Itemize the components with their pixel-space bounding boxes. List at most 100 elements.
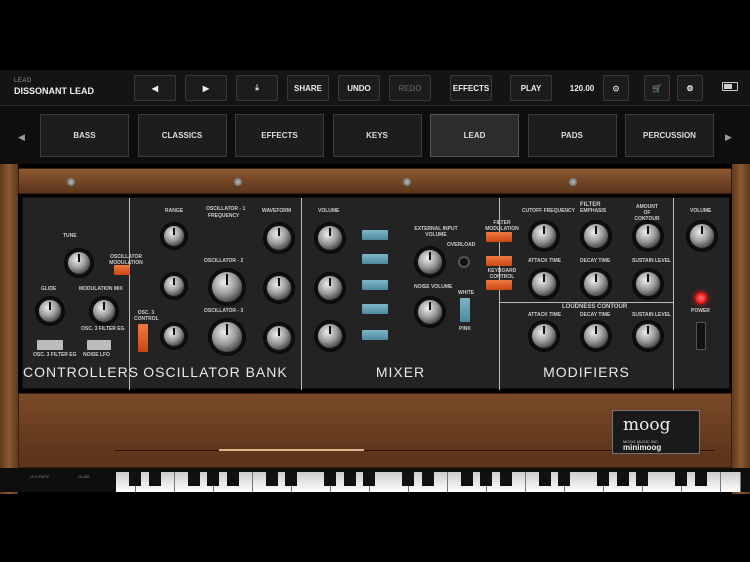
next-preset-button[interactable]: ▶ [185,75,227,101]
black-key[interactable] [499,472,512,486]
black-key[interactable] [480,472,492,486]
save-icon: ⤓ [255,83,259,92]
emphasis-knob[interactable] [582,222,610,250]
osc1-range-knob[interactable] [162,224,186,248]
emphasis-label: EMPHASIS [580,208,607,214]
black-key[interactable] [324,472,336,486]
preset-display[interactable]: LEAD DISSONANT LEAD [14,78,94,96]
category-tab-effects[interactable]: EFFECTS [235,114,324,157]
tempo-display[interactable]: 120.00 [562,75,602,101]
store-button[interactable]: 🛒 [644,75,670,101]
keyboard-control-2-switch[interactable] [486,280,512,290]
osc3-control-switch[interactable] [138,324,148,352]
black-key[interactable] [285,472,297,486]
play-button[interactable]: PLAY [510,75,552,101]
loudness-decay-knob[interactable] [582,322,610,350]
category-tab-percussion[interactable]: PERCUSSION [625,114,714,157]
cutoff-knob[interactable] [530,222,558,250]
category-tab-classics[interactable]: CLASSICS [137,114,227,157]
effects-button[interactable]: EFFECTS [450,75,492,101]
controllers-section: TUNE OSCILLATOR MODULATION GLIDE MODULAT… [23,198,143,390]
black-key[interactable] [343,472,356,486]
black-key[interactable] [265,472,278,486]
redo-button[interactable]: REDO [389,75,431,101]
black-key[interactable] [402,472,414,486]
black-key[interactable] [363,472,375,486]
glide-knob[interactable] [37,298,63,324]
noise-color-switch[interactable] [460,298,470,322]
wood-top-panel [18,168,732,194]
black-key[interactable] [636,472,648,486]
cart-icon: 🛒 [652,83,662,93]
keyboard-control-1-switch[interactable] [486,256,512,266]
loudness-sustain-knob[interactable] [634,322,662,350]
black-key[interactable] [460,472,473,486]
noise-volume-knob[interactable] [416,298,444,326]
undo-button[interactable]: UNDO [338,75,380,101]
osc2-mix-switch[interactable] [362,280,388,290]
mod-mix-label: MODULATION MIX [79,286,123,292]
osc1-label: OSCILLATOR - 1 [206,206,246,212]
tempo-button[interactable]: ⊙ [603,75,629,101]
black-key[interactable] [421,472,434,486]
filter-decay-knob[interactable] [582,270,610,298]
osc3-filter-eg-label-2: OSC. 3 FILTER EG [81,326,125,332]
white-key[interactable] [720,472,741,492]
black-key[interactable] [538,472,551,486]
filter-attack-label: ATTACK TIME [528,258,562,264]
output-volume-knob[interactable] [688,222,716,250]
black-key[interactable] [597,472,609,486]
black-key[interactable] [148,472,161,486]
osc1-mix-switch[interactable] [362,230,388,240]
category-tab-keys[interactable]: KEYS [332,114,422,157]
loudness-attack-knob[interactable] [530,322,558,350]
osc2-range-knob[interactable] [162,274,186,298]
filter-sustain-knob[interactable] [634,270,662,298]
range-label: RANGE [165,208,184,214]
osc-mod-switch[interactable] [114,265,130,275]
black-key[interactable] [129,472,141,486]
osc2-waveform-knob[interactable] [265,274,293,302]
osc3-range-knob[interactable] [162,324,186,348]
ext-input-volume-knob[interactable] [416,248,444,276]
black-key[interactable] [694,472,707,486]
prev-preset-button[interactable]: ◀ [134,75,176,101]
black-key[interactable] [616,472,629,486]
black-key[interactable] [187,472,200,486]
category-right-arrow-icon[interactable]: ▶ [725,132,732,143]
black-key[interactable] [226,472,239,486]
ext-mix-switch[interactable] [362,254,388,264]
noise-mix-switch[interactable] [362,304,388,314]
osc3-filter-eg-switch[interactable] [37,340,63,350]
filter-attack-knob[interactable] [530,270,558,298]
moog-brand: moog [623,415,671,435]
screw [403,178,411,186]
black-key[interactable] [558,472,570,486]
save-preset-button[interactable]: ⤓ [236,75,278,101]
pink-label: PINK [459,326,471,332]
osc3-mix-switch[interactable] [362,330,388,340]
battery-icon [722,82,738,91]
category-tab-bass[interactable]: BASS [40,114,129,157]
category-tab-lead[interactable]: LEAD [430,114,519,157]
contour-amount-knob[interactable] [634,222,662,250]
osc2-frequency-knob[interactable] [210,270,244,304]
osc3-frequency-knob[interactable] [210,320,244,354]
osc3-volume-knob[interactable] [316,322,344,350]
noise-lfo-switch[interactable] [87,340,111,350]
category-tab-pads[interactable]: PADS [527,114,617,157]
black-key[interactable] [675,472,687,486]
category-left-arrow-icon[interactable]: ◀ [18,132,25,143]
filter-mod-switch[interactable] [486,232,512,242]
black-key[interactable] [207,472,219,486]
mod-mix-knob[interactable] [91,298,117,324]
osc3-waveform-knob[interactable] [265,324,293,352]
settings-button[interactable]: ⚙ [677,75,703,101]
osc1-volume-knob[interactable] [316,224,344,252]
osc2-volume-knob[interactable] [316,274,344,302]
tune-knob[interactable] [66,250,92,276]
scroll-indicator[interactable] [219,449,364,451]
osc1-waveform-knob[interactable] [265,224,293,252]
power-switch[interactable] [696,322,706,350]
share-button[interactable]: SHARE [287,75,329,101]
